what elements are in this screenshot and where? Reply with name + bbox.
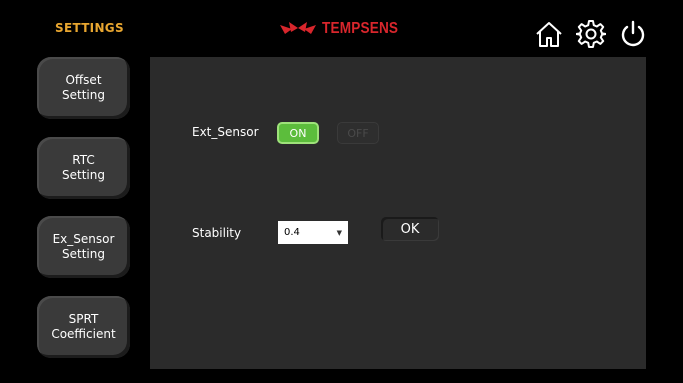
tempsens-logo-icon: [280, 22, 316, 34]
brand-name: TEMPSENS: [322, 20, 399, 37]
ok-button[interactable]: OK: [381, 217, 439, 241]
settings-panel: Ext_Sensor ON OFF Stability 0.4 ▼ OK: [150, 57, 646, 369]
stability-label: Stability: [192, 226, 242, 240]
sidebar-item-ex-sensor-setting[interactable]: Ex_Sensor Setting: [37, 216, 130, 278]
power-icon[interactable]: [618, 19, 648, 49]
page-title: SETTINGS: [55, 21, 124, 35]
sidebar-item-rtc-setting[interactable]: RTC Setting: [37, 137, 130, 199]
stability-select-value: 0.4: [284, 227, 300, 238]
stability-select[interactable]: 0.4 ▼: [278, 221, 348, 244]
ext-sensor-off-button[interactable]: OFF: [337, 122, 379, 144]
chevron-down-icon: ▼: [336, 228, 342, 237]
home-icon[interactable]: [534, 19, 564, 49]
brand-logo: TEMPSENS: [280, 19, 412, 39]
ext-sensor-on-button[interactable]: ON: [277, 122, 319, 144]
ext-sensor-label: Ext_Sensor: [192, 125, 259, 139]
gear-icon[interactable]: [576, 19, 606, 49]
sidebar-item-offset-setting[interactable]: Offset Setting: [37, 57, 130, 119]
sidebar-item-sprt-coefficient[interactable]: SPRT Coefficient: [37, 296, 130, 358]
